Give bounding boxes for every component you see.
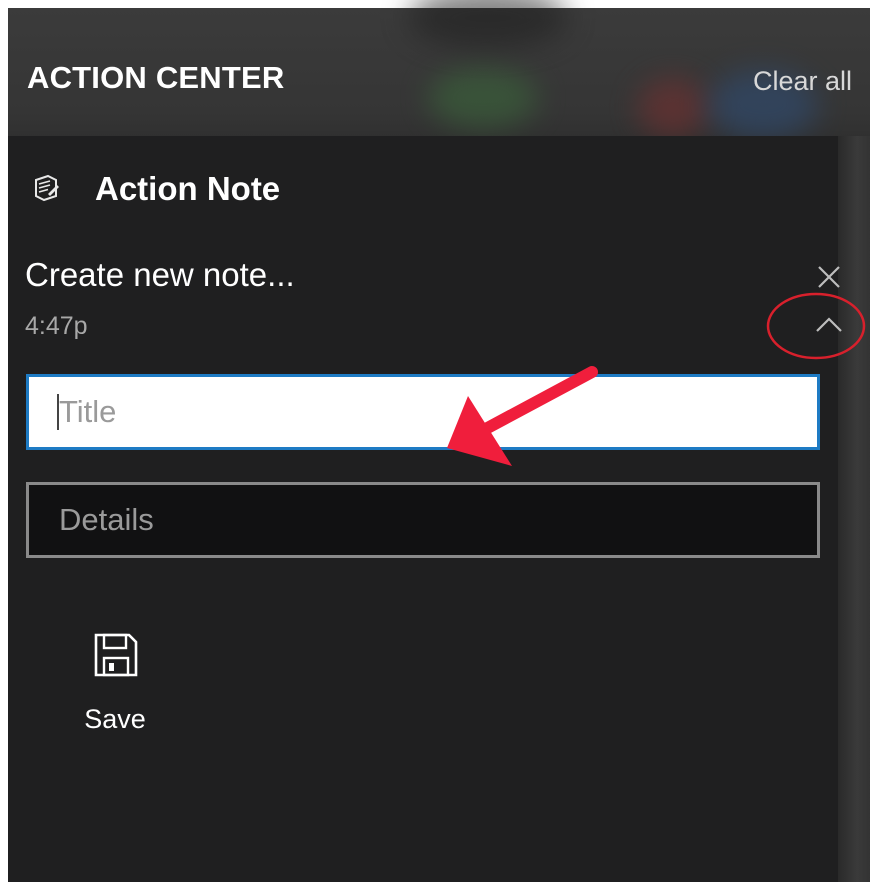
- app-name: Action Note: [95, 170, 281, 207]
- clear-all-button[interactable]: Clear all: [753, 66, 852, 97]
- text-caret: [57, 394, 59, 430]
- close-icon[interactable]: [814, 262, 844, 292]
- notification-heading: Create new note...: [25, 256, 295, 293]
- screenshot: ACTION CENTER Clear all Action Note Crea…: [0, 0, 870, 884]
- save-button[interactable]: Save: [70, 632, 160, 742]
- notification-card: Action Note Create new note... 4:47p Sav…: [8, 136, 842, 882]
- save-icon: [94, 633, 138, 677]
- save-button-label: Save: [84, 704, 146, 734]
- chevron-up-icon[interactable]: [814, 312, 844, 336]
- note-icon: [35, 174, 59, 202]
- notification-time: 4:47p: [25, 312, 88, 340]
- action-center-title: ACTION CENTER: [27, 60, 285, 95]
- panel-edge-shadow: [838, 136, 870, 882]
- action-center-header: ACTION CENTER Clear all: [8, 8, 870, 136]
- title-input[interactable]: [26, 374, 820, 450]
- details-input[interactable]: [26, 482, 820, 558]
